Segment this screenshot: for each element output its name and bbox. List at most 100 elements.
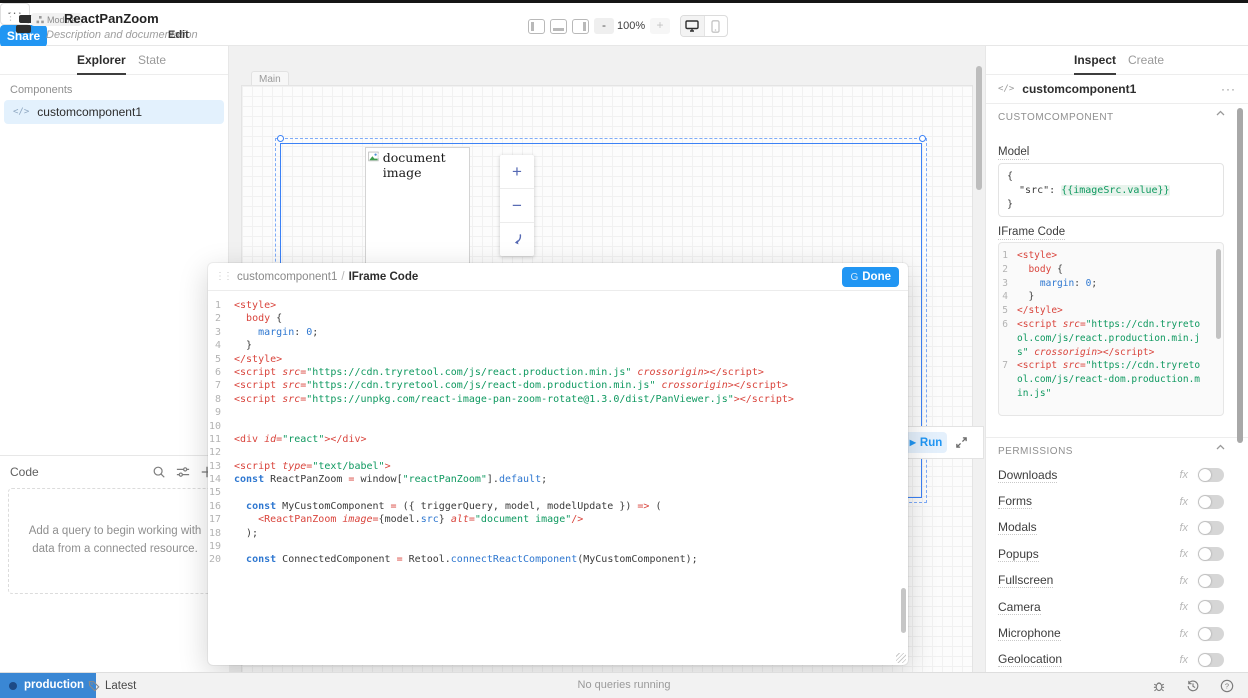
line-number: 16 xyxy=(208,500,234,513)
fx-icon[interactable]: fx xyxy=(1179,654,1188,666)
toggle-knob xyxy=(1199,496,1211,508)
modal-header: ⋮⋮ customcomponent1/IFrame Code G Done xyxy=(208,263,908,291)
history-icon[interactable] xyxy=(1186,679,1200,693)
divider xyxy=(986,437,1248,438)
image-zoom-out-button[interactable]: − xyxy=(500,189,534,223)
inspected-component-row[interactable]: </> customcomponent1 ··· xyxy=(986,75,1248,104)
debug-icon[interactable] xyxy=(1152,679,1166,693)
line-number: 20 xyxy=(208,553,234,566)
bottom-panel-icon xyxy=(553,28,564,31)
code-line: 17 <ReactPanZoom image={model.src} alt="… xyxy=(208,513,900,526)
module-logo-icon xyxy=(16,25,31,33)
sidebar-item-customcomponent1[interactable]: </> customcomponent1 xyxy=(4,100,224,124)
line-number: 5 xyxy=(208,353,234,366)
code-line: 7<script src="https://cdn.tryretool.com/… xyxy=(208,379,900,392)
status-bar: production Latest No queries running ? xyxy=(0,672,1248,698)
right-panel-icon xyxy=(583,22,586,31)
permission-row: Formsfx xyxy=(986,488,1236,514)
code-panel: Code Add a query to begin working with d… xyxy=(0,455,229,672)
resize-handle[interactable] xyxy=(919,135,926,142)
code-line: 1<style> xyxy=(208,299,900,312)
zoom-out-button[interactable]: - xyxy=(594,18,614,34)
code-editor[interactable]: 1<style>2 body {3 margin: 0;4 }5</style>… xyxy=(208,292,900,658)
toggle-right-panel-button[interactable] xyxy=(572,19,589,34)
mobile-toggle-button[interactable] xyxy=(705,16,728,36)
code-line: 2 body { xyxy=(999,263,1223,277)
model-editor[interactable]: { "src": {{imageSrc.value}}} xyxy=(998,163,1224,217)
zoom-level[interactable]: 100% xyxy=(617,20,645,32)
edit-description-button[interactable]: Edit xyxy=(168,29,189,41)
zoom-in-button[interactable]: + xyxy=(650,18,670,34)
expand-editor-button[interactable] xyxy=(955,436,968,449)
fx-icon[interactable]: fx xyxy=(1179,548,1188,560)
done-shortcut-icon: G xyxy=(850,272,858,283)
toggle-knob xyxy=(1199,654,1211,666)
collapse-section-button[interactable] xyxy=(1216,444,1225,450)
permission-row: Modalsfx xyxy=(986,515,1236,541)
right-panel-scrollbar[interactable] xyxy=(1237,108,1243,443)
line-number: 12 xyxy=(208,446,234,459)
run-button[interactable]: ▶ Run xyxy=(905,432,947,453)
tab-inspect[interactable]: Inspect xyxy=(1074,46,1116,75)
image-zoom-in-button[interactable]: + xyxy=(500,155,534,189)
fx-icon[interactable]: fx xyxy=(1179,496,1188,508)
done-button[interactable]: G Done xyxy=(842,267,899,287)
line-number: 4 xyxy=(999,290,1017,304)
desktop-toggle-button[interactable] xyxy=(681,16,705,36)
left-sidebar: Explorer State Components </> customcomp… xyxy=(0,46,229,672)
permission-toggle[interactable] xyxy=(1198,600,1224,614)
breadcrumb-component[interactable]: customcomponent1 xyxy=(237,271,337,283)
permission-toggle[interactable] xyxy=(1198,521,1224,535)
permission-toggle[interactable] xyxy=(1198,495,1224,509)
modal-resize-handle[interactable] xyxy=(896,653,906,663)
right-sidebar: Inspect Create </> customcomponent1 ··· … xyxy=(985,46,1248,672)
query-status-message: No queries running xyxy=(0,673,1248,698)
iframe-code-preview[interactable]: 1<style>2 body {3 margin: 0;4 }5</style>… xyxy=(998,242,1224,416)
tab-explorer[interactable]: Explorer xyxy=(77,46,126,75)
fx-icon[interactable]: fx xyxy=(1179,469,1188,481)
header: ⋮⋮ Module ReactPanZoom Description and d… xyxy=(0,3,1248,46)
rotate-icon xyxy=(510,232,525,247)
code-line: 15 xyxy=(208,486,900,499)
tab-create[interactable]: Create xyxy=(1128,46,1164,75)
preview-scrollbar[interactable] xyxy=(1216,249,1221,339)
modal-scrollbar[interactable] xyxy=(901,588,906,633)
fx-icon[interactable]: fx xyxy=(1179,575,1188,587)
toggle-bottom-panel-button[interactable] xyxy=(550,19,567,34)
resize-handle[interactable] xyxy=(277,135,284,142)
code-line: 10 xyxy=(208,420,900,433)
line-number: 15 xyxy=(208,486,234,499)
broken-image-alt: document image xyxy=(366,148,469,182)
collapse-section-button[interactable] xyxy=(1216,110,1225,116)
fx-icon[interactable]: fx xyxy=(1179,628,1188,640)
permission-row: Microphonefx xyxy=(986,620,1236,646)
help-icon[interactable]: ? xyxy=(1220,679,1234,693)
tab-state[interactable]: State xyxy=(138,46,166,75)
code-line: { xyxy=(1007,170,1215,184)
component-menu-button[interactable]: ··· xyxy=(1221,82,1236,96)
fx-icon[interactable]: fx xyxy=(1179,522,1188,534)
filter-icon[interactable] xyxy=(176,465,190,479)
search-icon[interactable] xyxy=(152,465,166,479)
image-alt-text: document image xyxy=(383,150,467,180)
code-line: 19 xyxy=(208,540,900,553)
desktop-icon xyxy=(685,20,699,32)
code-line: 11<div id="react"></div> xyxy=(208,433,900,446)
permission-toggle[interactable] xyxy=(1198,574,1224,588)
section-permissions: PERMISSIONS xyxy=(998,446,1073,457)
code-line: 5</style> xyxy=(999,304,1223,318)
permission-toggle[interactable] xyxy=(1198,547,1224,561)
image-rotate-button[interactable] xyxy=(500,223,534,256)
permission-label: Popups xyxy=(998,547,1039,562)
line-number: 7 xyxy=(208,379,234,392)
permission-row: Geolocationfx xyxy=(986,647,1236,672)
permission-toggle[interactable] xyxy=(1198,653,1224,667)
permission-toggle[interactable] xyxy=(1198,627,1224,641)
canvas-scrollbar[interactable] xyxy=(976,66,982,190)
fx-icon[interactable]: fx xyxy=(1179,601,1188,613)
drag-handle-icon[interactable]: ⋮⋮ xyxy=(208,274,237,280)
code-line: 18 ); xyxy=(208,527,900,540)
permission-toggle[interactable] xyxy=(1198,468,1224,482)
line-number: 1 xyxy=(999,249,1017,263)
toggle-left-panel-button[interactable] xyxy=(528,19,545,34)
